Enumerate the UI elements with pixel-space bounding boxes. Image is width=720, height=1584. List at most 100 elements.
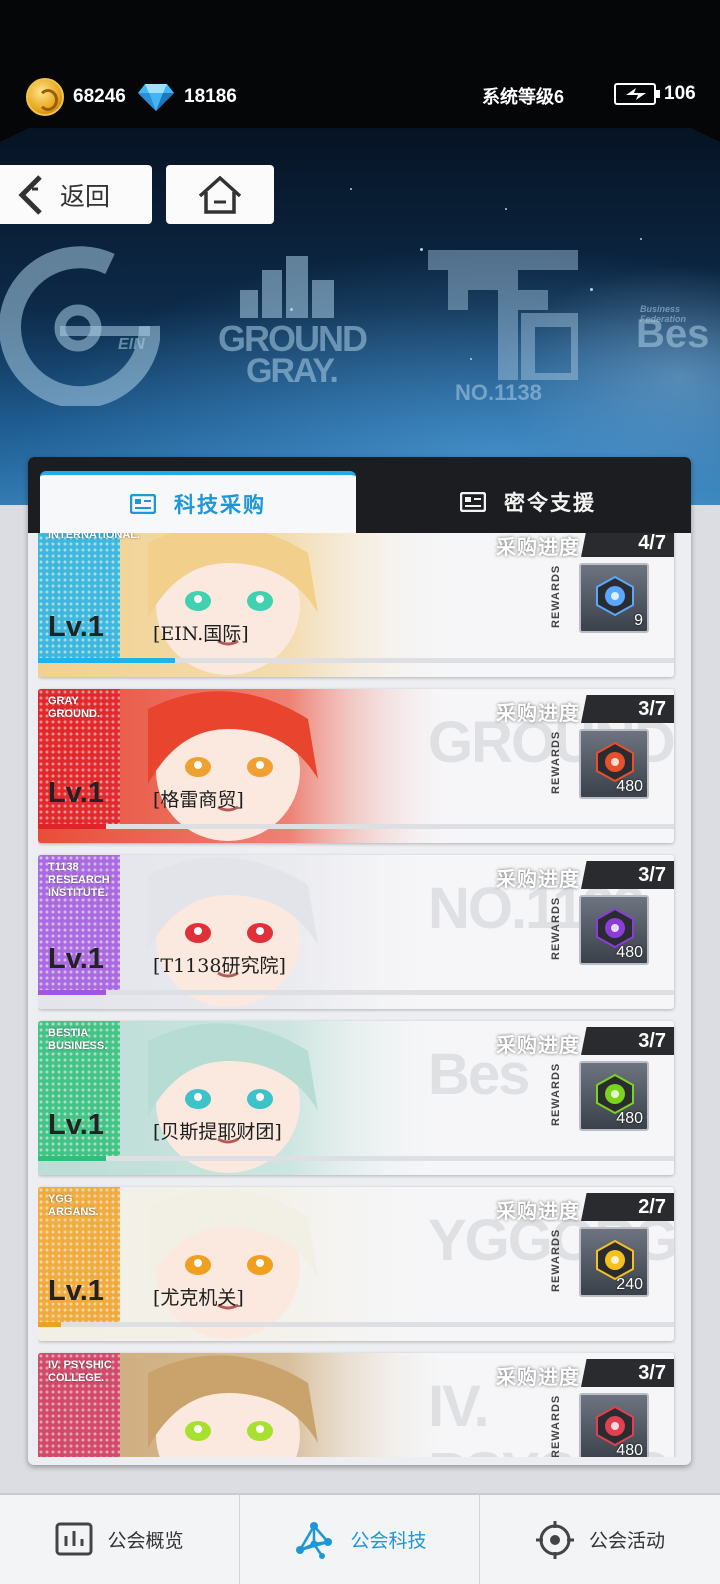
energy-amount: 106: [664, 83, 696, 104]
t1138-logo-icon: [428, 250, 578, 380]
reward-item[interactable]: 480: [579, 895, 649, 965]
faction-list[interactable]: INTERNATIONAL. Lv.1 [EIN.国际] 采购进度 4/7 REWARDS…: [38, 533, 681, 1457]
faction-tag: GRAY GROUND.: [48, 695, 100, 720]
rewards-label: REWARDS: [550, 896, 562, 960]
progress-label: 采购进度: [496, 1365, 580, 1389]
faction-tag: IV. PSYSHIC COLLEGE.: [48, 1359, 112, 1384]
material-crystal-icon: [596, 741, 634, 783]
progress-fill: [38, 1322, 61, 1327]
energy-counter[interactable]: 106: [614, 83, 696, 105]
tab-bar: 科技采购 密令支援: [28, 457, 691, 533]
bottom-nav: 公会概览 公会科技 公会活动: [0, 1493, 720, 1584]
logo-gray: GRAY.: [246, 352, 339, 390]
reward-item[interactable]: 9: [579, 563, 649, 633]
diamond-counter[interactable]: 18186: [137, 80, 237, 114]
material-crystal-icon: [596, 575, 634, 617]
card-icon: [130, 494, 156, 514]
faction-tag: INTERNATIONAL.: [48, 533, 141, 541]
reward-item[interactable]: 240: [579, 1227, 649, 1297]
progress-count: 3/7: [581, 1359, 674, 1387]
tab-label: 密令支援: [504, 491, 596, 515]
progress-bar: [38, 1156, 674, 1161]
faction-level: Lv.1: [48, 611, 104, 643]
material-crystal-icon: [596, 1405, 634, 1447]
reward-item[interactable]: 480: [579, 1061, 649, 1131]
guild-tech-panel: 科技采购 密令支援 INTERNATIONAL. Lv.1 [EIN.国际] 采购进度…: [28, 457, 691, 1465]
rewards-label: REWARDS: [550, 564, 562, 628]
logo-no1138: NO.1138: [455, 380, 542, 405]
target-icon: [535, 1520, 574, 1559]
chevron-left-icon: [18, 174, 42, 215]
reward-item[interactable]: 480: [579, 729, 649, 799]
rewards-label: REWARDS: [550, 730, 562, 794]
progress-label: 采购进度: [496, 1033, 580, 1057]
faction-name: [EIN.国际]: [153, 623, 249, 645]
progress-bar: [38, 1322, 674, 1327]
faction-level: Lv.1: [48, 1109, 104, 1141]
faction-card[interactable]: INTERNATIONAL. Lv.1 [EIN.国际] 采购进度 4/7 REWARDS…: [38, 533, 674, 677]
nav-guild-overview[interactable]: 公会概览: [0, 1495, 240, 1584]
faction-level: Lv.1: [48, 1275, 104, 1307]
nav-label: 公会活动: [588, 1530, 665, 1552]
material-crystal-icon: [596, 1073, 634, 1115]
progress-label: 采购进度: [496, 867, 580, 891]
tab-label: 科技采购: [174, 493, 266, 517]
gold-counter[interactable]: 68246: [26, 78, 126, 116]
rewards-label: REWARDS: [550, 1062, 562, 1126]
ein-logo-icon: [0, 246, 160, 406]
rewards-label: REWARDS: [550, 1394, 562, 1457]
faction-name: [贝斯提耶财团]: [153, 1121, 282, 1143]
progress-count: 3/7: [581, 695, 674, 723]
home-icon: [198, 175, 242, 214]
nav-guild-tech[interactable]: 公会科技: [240, 1495, 480, 1584]
progress-count: 2/7: [581, 1193, 674, 1221]
material-crystal-icon: [596, 907, 634, 949]
faction-tag: BESTIA BUSINESS.: [48, 1027, 108, 1052]
rewards-label: REWARDS: [550, 1228, 562, 1292]
faction-level: Lv.1: [48, 777, 104, 809]
home-button[interactable]: [166, 165, 274, 224]
faction-name: [尤克机关]: [153, 1287, 244, 1309]
progress-label: 采购进度: [496, 701, 580, 725]
reward-quantity: 480: [616, 944, 643, 961]
faction-name: [T1138研究院]: [153, 955, 286, 977]
system-level: 系统等级6: [482, 87, 565, 107]
faction-card[interactable]: GRAY GROUND. GROUND Lv.1 [格雷商贸] 采购进度 3/7 REWAR…: [38, 689, 674, 843]
progress-count: 3/7: [581, 861, 674, 889]
progress-fill: [38, 658, 175, 663]
reward-item[interactable]: 480: [579, 1393, 649, 1457]
faction-card[interactable]: BESTIA BUSINESS. Bes Lv.1 [贝斯提耶财团] 采购进度 3/7 RE…: [38, 1021, 674, 1175]
progress-count: 3/7: [581, 1027, 674, 1055]
progress-bar: [38, 824, 674, 829]
diamond-amount: 18186: [184, 86, 237, 107]
nav-label: 公会科技: [350, 1530, 427, 1552]
status-bar: 68246 18186 系统等级6 106: [0, 0, 720, 130]
logo-bes: Bes: [636, 312, 710, 356]
tab-tech-purchase[interactable]: 科技采购: [40, 471, 356, 533]
gold-amount: 68246: [73, 86, 126, 107]
faction-card[interactable]: IV. PSYSHIC COLLEGE.IV. PSYSHIC CO采购进度3/…: [38, 1353, 674, 1457]
reward-quantity: 480: [616, 1442, 643, 1457]
material-crystal-icon: [596, 1239, 634, 1281]
back-button[interactable]: 返回: [0, 165, 152, 224]
faction-level: Lv.1: [48, 943, 104, 975]
network-icon: [296, 1521, 333, 1559]
faction-card[interactable]: T1138 RESEARCH INSTITUTE. NO.1138 Lv.1 [T11…: [38, 855, 674, 1009]
logo-ein: EIN: [118, 336, 145, 353]
reward-quantity: 240: [616, 1276, 643, 1293]
ground-gray-building-icon: [240, 256, 334, 318]
progress-count: 4/7: [581, 533, 674, 557]
faction-tag: T1138 RESEARCH INSTITUTE.: [48, 861, 110, 899]
progress-fill: [38, 824, 107, 829]
progress-fill: [38, 1156, 107, 1161]
tab-secret-support[interactable]: 密令支援: [378, 471, 678, 533]
diamond-icon: [137, 82, 175, 112]
progress-label: 采购进度: [496, 1199, 580, 1223]
progress-bar: [38, 658, 674, 663]
back-label: 返回: [60, 181, 111, 211]
chart-icon: [55, 1522, 93, 1555]
faction-card[interactable]: YGG ARGANS.YGGORGALv.1[尤克机关]采购进度2/7REWAR…: [38, 1187, 674, 1341]
reward-quantity: 9: [634, 612, 643, 629]
nav-guild-activity[interactable]: 公会活动: [480, 1495, 720, 1584]
faction-tag: YGG ARGANS.: [48, 1193, 99, 1218]
